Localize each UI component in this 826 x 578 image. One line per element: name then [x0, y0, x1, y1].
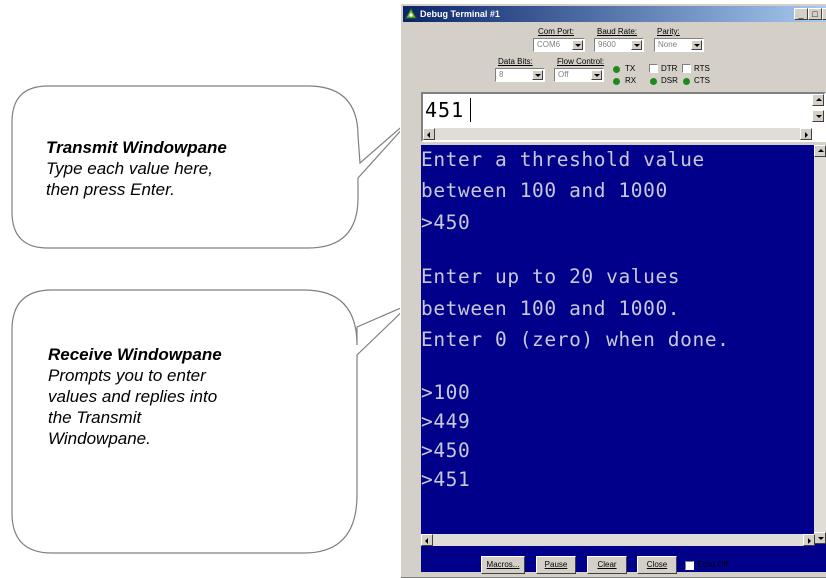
receive-callout-line: the Transmit: [48, 408, 142, 427]
rx-led-icon: [613, 78, 620, 85]
receive-line: >100: [421, 381, 471, 404]
transmit-callout-line: then press Enter.: [46, 180, 175, 199]
rx-label: RX: [625, 76, 637, 85]
dsr-led-icon: [650, 78, 657, 85]
scroll-left-button[interactable]: [421, 534, 433, 546]
cts-led-icon: [683, 78, 690, 85]
receive-line: Enter 0 (zero) when done.: [421, 328, 730, 351]
receive-line: >451: [421, 468, 471, 491]
tx-led-icon: [613, 66, 620, 73]
receive-callout-line: Windowpane.: [48, 429, 151, 448]
parity-label: Parity:: [657, 27, 680, 36]
receive-callout-line: Prompts you to enter: [48, 366, 206, 385]
pause-button[interactable]: Pause: [536, 556, 576, 574]
text-caret: [470, 98, 471, 122]
baud-rate-label: Baud Rate:: [597, 27, 638, 36]
transmit-callout-title: Transmit Windowpane: [46, 138, 227, 157]
transmit-input-text[interactable]: 451: [425, 98, 464, 122]
com-port-select[interactable]: COM6: [533, 38, 585, 52]
macros-button-label: Macros...: [486, 560, 520, 569]
rts-label: RTS: [694, 64, 710, 73]
minimize-button[interactable]: _: [794, 8, 808, 20]
receive-callout-title: Receive Windowpane: [48, 345, 222, 364]
transmit-callout-text: Transmit Windowpane Type each value here…: [46, 137, 227, 200]
dtr-checkbox[interactable]: [649, 64, 658, 73]
receive-horizontal-scrollbar[interactable]: [421, 534, 815, 546]
flow-control-label: Flow Control:: [557, 57, 605, 66]
scroll-down-button[interactable]: [812, 110, 824, 122]
receive-line: between 100 and 1000.: [421, 297, 681, 320]
scroll-up-button[interactable]: [814, 145, 826, 157]
receive-line: >450: [421, 211, 471, 234]
receive-vertical-scrollbar[interactable]: [814, 145, 826, 544]
chevron-down-icon[interactable]: [691, 40, 702, 50]
data-bits-label: Data Bits:: [498, 57, 533, 66]
scroll-left-button[interactable]: [423, 128, 435, 140]
close-terminal-button[interactable]: Close: [637, 556, 677, 574]
window-title: Debug Terminal #1: [420, 9, 500, 19]
tx-label: TX: [625, 64, 636, 73]
echo-off-checkbox[interactable]: [685, 561, 694, 570]
baud-rate-select[interactable]: 9600: [594, 38, 644, 52]
receive-callout-text: Receive Windowpane Prompts you to enter …: [48, 344, 222, 449]
close-button[interactable]: x: [822, 8, 826, 20]
transmit-callout-line: Type each value here,: [46, 159, 213, 178]
flow-control-value: Off: [558, 70, 569, 79]
scroll-down-button[interactable]: [814, 532, 826, 544]
receive-line: Enter a threshold value: [421, 148, 705, 171]
rts-checkbox[interactable]: [682, 64, 691, 73]
transmit-horizontal-scrollbar[interactable]: [423, 128, 812, 140]
macros-button[interactable]: Macros...: [481, 556, 525, 574]
data-bits-value: 8: [499, 70, 504, 79]
receive-line: >450: [421, 439, 471, 462]
chevron-down-icon[interactable]: [631, 40, 642, 50]
flow-control-select[interactable]: Off: [554, 68, 604, 82]
transmit-windowpane[interactable]: 451: [421, 92, 826, 142]
maximize-button[interactable]: □: [808, 8, 822, 20]
echo-off-label: Echo Off: [697, 560, 728, 569]
dtr-label: DTR: [661, 64, 678, 73]
parity-value: None: [658, 40, 678, 49]
dsr-label: DSR: [661, 76, 678, 85]
clear-button-label: Clear: [597, 560, 617, 569]
debug-terminal-window: Debug Terminal #1 _ □ x Com Port: COM6 B…: [400, 3, 826, 578]
com-port-label: Com Port:: [538, 27, 575, 36]
scroll-right-button[interactable]: [803, 534, 815, 546]
receive-line: between 100 and 1000: [421, 179, 668, 202]
chevron-down-icon[interactable]: [572, 40, 583, 50]
title-bar[interactable]: Debug Terminal #1 _ □ x: [403, 6, 826, 22]
com-port-value: COM6: [537, 40, 561, 49]
cts-label: CTS: [694, 76, 710, 85]
baud-rate-value: 9600: [598, 40, 616, 49]
chevron-down-icon[interactable]: [591, 70, 602, 80]
scroll-right-button[interactable]: [800, 128, 812, 140]
receive-windowpane: Enter a threshold value between 100 and …: [421, 145, 826, 572]
pause-button-label: Pause: [544, 560, 568, 569]
parity-select[interactable]: None: [654, 38, 704, 52]
receive-callout-line: values and replies into: [48, 387, 218, 406]
clear-button[interactable]: Clear: [587, 556, 627, 574]
data-bits-select[interactable]: 8: [495, 68, 545, 82]
receive-line: >449: [421, 410, 471, 433]
scroll-up-button[interactable]: [812, 94, 824, 106]
receive-line: Enter up to 20 values: [421, 265, 681, 288]
app-icon: [405, 8, 417, 19]
chevron-down-icon[interactable]: [532, 70, 543, 80]
close-button-label: Close: [646, 560, 668, 569]
